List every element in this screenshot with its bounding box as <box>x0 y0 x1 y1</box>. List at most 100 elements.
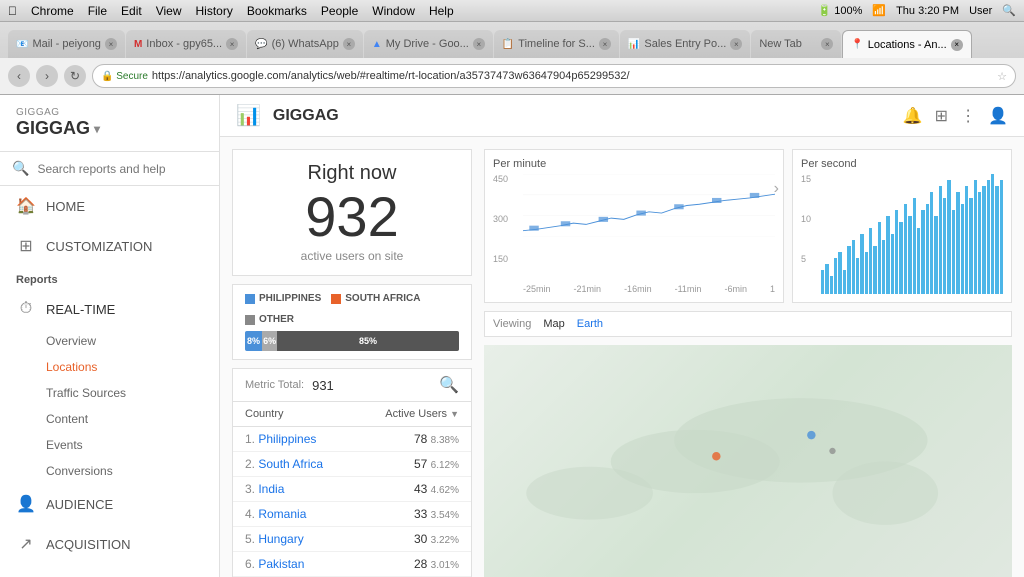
tab-mail-close[interactable]: × <box>105 38 117 50</box>
bar-segment <box>952 210 955 294</box>
tab-inbox[interactable]: M Inbox - gpy65... × <box>126 30 246 58</box>
people-menu[interactable]: People <box>321 4 358 18</box>
brand-dropdown-icon[interactable]: ▾ <box>94 122 100 136</box>
bar-segment <box>834 258 837 294</box>
bar-segment <box>873 246 876 294</box>
bar-segment <box>947 180 950 294</box>
row-rank: 2. South Africa <box>233 452 355 477</box>
more-icon[interactable]: ⋮ <box>960 106 976 126</box>
back-button[interactable]: ‹ <box>8 65 30 87</box>
sidebar-subitem-content[interactable]: Content <box>0 406 219 432</box>
sidebar-search[interactable]: 🔍 <box>0 152 219 186</box>
country-link[interactable]: South Africa <box>258 457 323 471</box>
edit-menu[interactable]: Edit <box>121 4 142 18</box>
file-menu[interactable]: File <box>88 4 107 18</box>
view-menu[interactable]: View <box>156 4 182 18</box>
brand-label: GIGGAG <box>16 107 203 118</box>
tab-newtab-close[interactable]: × <box>821 38 833 50</box>
refresh-button[interactable]: ↻ <box>64 65 86 87</box>
row-rank: 6. Pakistan <box>233 552 355 577</box>
philippines-segment: 8% <box>245 331 262 351</box>
history-menu[interactable]: History <box>196 4 233 18</box>
country-link[interactable]: Pakistan <box>258 557 304 571</box>
tab-timeline[interactable]: 📋 Timeline for S... × <box>494 30 619 58</box>
map-background <box>484 345 1012 577</box>
chart-expand-icon[interactable]: › <box>774 180 779 198</box>
tab-sales-close[interactable]: × <box>730 38 742 50</box>
chrome-menu[interactable]: Chrome <box>31 4 74 18</box>
tab-sales[interactable]: 📊 Sales Entry Po... × <box>620 30 750 58</box>
bar-segment <box>1000 180 1003 294</box>
home-icon: 🏠 <box>16 196 36 216</box>
country-link[interactable]: Philippines <box>258 432 316 446</box>
help-menu[interactable]: Help <box>429 4 454 18</box>
sidebar-item-acquisition[interactable]: ↗ ACQUISITION <box>0 524 219 564</box>
grid-icon[interactable]: ⊞ <box>935 106 948 126</box>
forward-button[interactable]: › <box>36 65 58 87</box>
whatsapp-favicon: 💬 <box>255 39 267 50</box>
bookmark-star-icon[interactable]: ☆ <box>997 70 1007 83</box>
sidebar-search-input[interactable] <box>37 162 207 176</box>
table-row: 5. Hungary 30 3.22% <box>233 527 471 552</box>
tab-mail[interactable]: 📧 Mail - peiyong × <box>8 30 125 58</box>
bar-segment <box>974 180 977 294</box>
active-users-header[interactable]: Active Users ▼ <box>355 402 471 427</box>
bar-segment <box>852 240 855 294</box>
south-africa-color-swatch <box>331 294 341 304</box>
legend-south-africa: SOUTH AFRICA <box>331 293 420 304</box>
sidebar-item-customization[interactable]: ⊞ CUSTOMIZATION <box>0 226 219 266</box>
row-rank: 5. Hungary <box>233 527 355 552</box>
row-users: 28 3.01% <box>355 552 471 577</box>
row-rank: 1. Philippines <box>233 427 355 452</box>
sidebar-subitem-locations[interactable]: Locations <box>0 354 219 380</box>
sidebar-subitem-traffic[interactable]: Traffic Sources <box>0 380 219 406</box>
other-segment: 85% <box>277 331 459 351</box>
viewing-tab-earth[interactable]: Earth <box>577 318 603 330</box>
bar-segment <box>847 246 850 294</box>
other-small-segment: 6% <box>262 331 277 351</box>
bar-segment <box>965 186 968 294</box>
tab-drive-close[interactable]: × <box>473 38 485 50</box>
country-header: Country <box>233 402 355 427</box>
tab-locations-title: Locations - An... <box>868 39 947 51</box>
apple-menu[interactable]:  <box>8 4 17 18</box>
search-icon[interactable]: 🔍 <box>1002 4 1016 17</box>
right-panel: Per minute 450300150 <box>484 149 1012 577</box>
sidebar-item-realtime[interactable]: ⏱ REAL-TIME <box>0 290 219 328</box>
row-rank: 3. India <box>233 477 355 502</box>
tab-timeline-close[interactable]: × <box>599 38 611 50</box>
notification-icon[interactable]: 🔔 <box>903 106 923 126</box>
tab-drive[interactable]: ▲ My Drive - Goo... × <box>364 30 493 58</box>
sidebar-item-audience[interactable]: 👤 AUDIENCE <box>0 484 219 524</box>
tab-inbox-close[interactable]: × <box>226 38 238 50</box>
tab-whatsapp-close[interactable]: × <box>343 38 355 50</box>
bar-segment <box>830 276 833 294</box>
country-link[interactable]: India <box>258 482 284 496</box>
sidebar-search-icon: 🔍 <box>12 160 29 177</box>
acquisition-label: ACQUISITION <box>46 537 131 552</box>
bookmarks-menu[interactable]: Bookmarks <box>247 4 307 18</box>
user-avatar[interactable]: 👤 <box>988 106 1008 126</box>
row-rank: 4. Romania <box>233 502 355 527</box>
tab-newtab[interactable]: New Tab × <box>751 30 841 58</box>
legend-philippines: PHILIPPINES <box>245 293 321 304</box>
viewing-tab-map[interactable]: Map <box>543 318 564 330</box>
tab-locations-close[interactable]: × <box>951 39 963 51</box>
tab-whatsapp[interactable]: 💬 (6) WhatsApp × <box>247 30 363 58</box>
sidebar-subitem-overview[interactable]: Overview <box>0 328 219 354</box>
reports-section-header: Reports <box>0 266 219 290</box>
sidebar-item-home[interactable]: 🏠 HOME <box>0 186 219 226</box>
sidebar-subitem-events[interactable]: Events <box>0 432 219 458</box>
charts-row: Per minute 450300150 <box>484 149 1012 303</box>
bar-segment <box>886 216 889 294</box>
bar-segment <box>865 252 868 294</box>
country-link[interactable]: Hungary <box>258 532 303 546</box>
tab-newtab-title: New Tab <box>759 38 817 50</box>
window-menu[interactable]: Window <box>372 4 415 18</box>
country-link[interactable]: Romania <box>258 507 306 521</box>
tab-locations[interactable]: 📍 Locations - An... × <box>842 30 971 58</box>
metric-search-icon[interactable]: 🔍 <box>439 375 459 395</box>
main-content: 📊 GIGGAG 🔔 ⊞ ⋮ 👤 Right now 932 active us… <box>220 95 1024 577</box>
address-bar[interactable]: 🔒 Secure https://analytics.google.com/an… <box>92 64 1016 88</box>
sidebar-subitem-conversions[interactable]: Conversions <box>0 458 219 484</box>
